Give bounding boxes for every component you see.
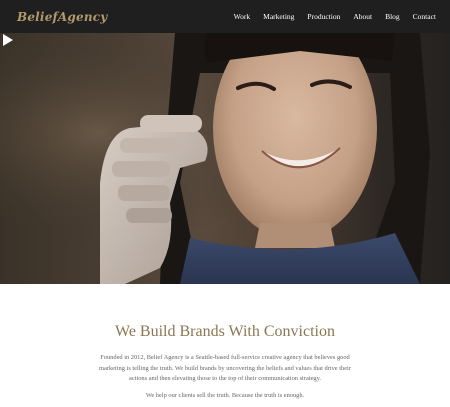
play-icon[interactable] xyxy=(0,33,14,47)
nav-item-about[interactable]: About xyxy=(353,12,372,21)
nav-item-production[interactable]: Production xyxy=(307,12,340,21)
nav-item-work[interactable]: Work xyxy=(234,12,250,21)
hero-video[interactable] xyxy=(0,33,450,284)
nav-item-marketing[interactable]: Marketing xyxy=(263,12,294,21)
main-nav: Work Marketing Production About Blog Con… xyxy=(221,12,436,21)
logo[interactable]: BeliefAgency xyxy=(17,10,107,24)
tagline: We help our clients sell the truth. Beca… xyxy=(145,392,305,399)
site-header: BeliefAgency Work Marketing Production A… xyxy=(0,0,450,33)
intro-section: We Build Brands With Conviction Founded … xyxy=(0,284,450,407)
intro-paragraph: Founded in 2012, Belief Agency is a Seat… xyxy=(99,354,351,382)
page-headline: We Build Brands With Conviction xyxy=(115,323,335,340)
hero-image xyxy=(0,33,450,284)
nav-item-contact[interactable]: Contact xyxy=(413,12,436,21)
nav-item-blog[interactable]: Blog xyxy=(385,12,400,21)
